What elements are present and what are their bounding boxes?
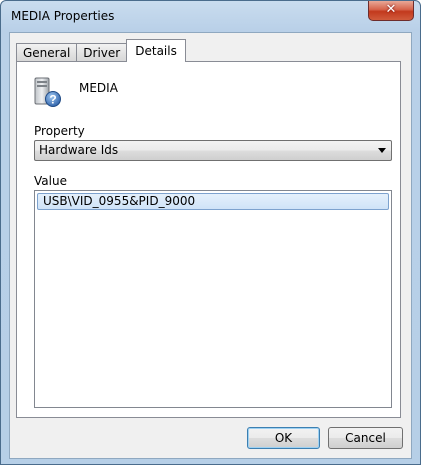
tab-driver[interactable]: Driver [76,43,128,62]
value-list-item[interactable]: USB\VID_0955&PID_9000 [37,193,389,210]
tab-general[interactable]: General [16,43,78,62]
property-dropdown[interactable]: Hardware Ids [34,140,392,161]
properties-window: MEDIA Properties ✕ General Driver Detail… [0,0,421,465]
value-label: Value [34,174,67,188]
unknown-device-icon: ? [34,77,61,107]
close-icon: ✕ [385,2,397,17]
tab-details[interactable]: Details [126,39,186,62]
cancel-button[interactable]: Cancel [328,427,403,449]
dialog-body: General Driver Details ? MEDIA Property … [9,32,412,459]
device-name: MEDIA [79,81,118,95]
value-listbox[interactable]: USB\VID_0955&PID_9000 [34,190,392,408]
window-title: MEDIA Properties [11,9,115,23]
dropdown-arrow-icon[interactable] [378,148,386,153]
svg-text:?: ? [49,93,56,107]
close-button[interactable]: ✕ [368,1,414,21]
title-bar[interactable]: MEDIA Properties ✕ [1,1,420,31]
property-selected-value: Hardware Ids [39,143,119,157]
property-label: Property [34,124,85,138]
ok-button[interactable]: OK [247,427,320,449]
tab-strip: General Driver Details [16,39,186,62]
details-panel: ? MEDIA Property Hardware Ids Value USB\… [16,61,401,418]
